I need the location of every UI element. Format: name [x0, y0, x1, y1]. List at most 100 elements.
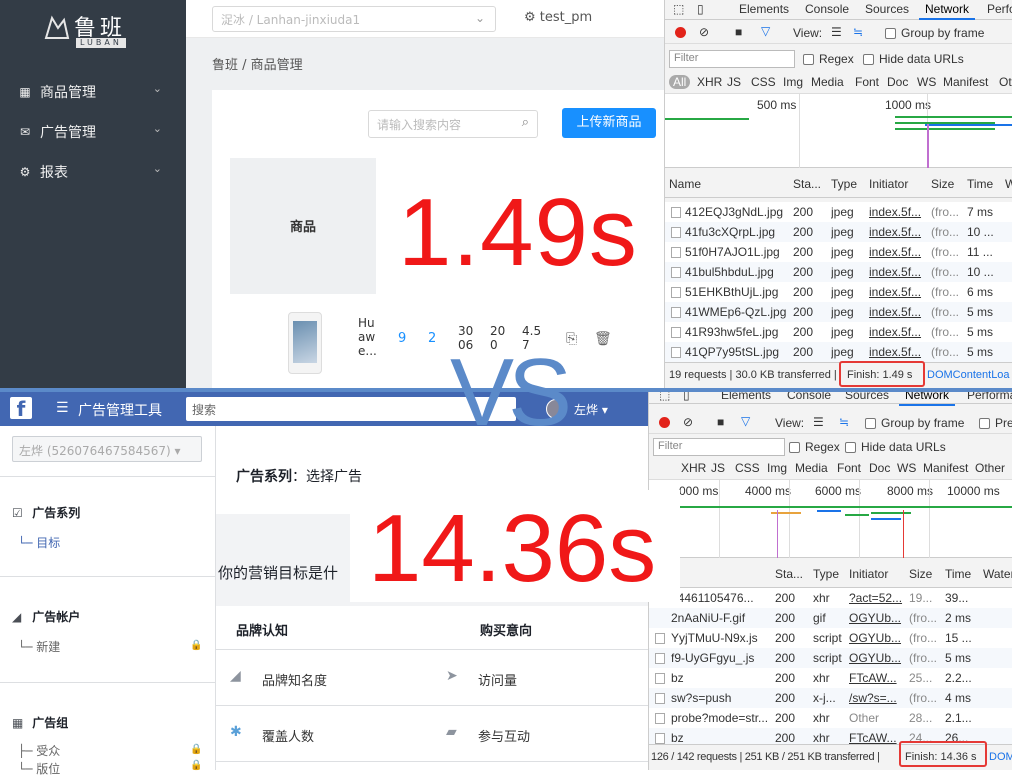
group-by-frame-checkbox[interactable]	[885, 28, 896, 39]
regex-checkbox[interactable]	[789, 442, 800, 453]
tab-console[interactable]: Console	[787, 392, 831, 402]
sidebar-item-placement[interactable]: └─ 版位	[18, 760, 60, 777]
tab-elements[interactable]: Elements	[739, 2, 789, 16]
sidebar-item-ad-account[interactable]: ◢ 广告帐户	[12, 608, 80, 625]
type-filter-manifest[interactable]: Manifest	[943, 75, 988, 89]
group-by-frame-checkbox[interactable]	[865, 418, 876, 429]
clear-icon[interactable]: ⊘	[699, 25, 709, 39]
tab-performance[interactable]: Performa	[967, 392, 1012, 402]
tab-network[interactable]: Network	[918, 2, 976, 20]
cell-2[interactable]: 2	[428, 332, 436, 346]
column-header[interactable]: Type	[831, 177, 857, 191]
type-filter-css[interactable]: CSS	[735, 461, 760, 475]
waterfall-view-icon[interactable]: ≒	[853, 25, 863, 39]
record-icon[interactable]	[659, 417, 670, 428]
type-filter-other[interactable]: Other	[975, 461, 1005, 475]
trash-icon[interactable]: 🗑	[594, 332, 612, 346]
objective-reach[interactable]: ✱ 覆盖人数	[216, 706, 432, 762]
record-icon[interactable]	[675, 27, 686, 38]
type-filter-other[interactable]: Ot	[999, 75, 1012, 89]
type-filter-ws[interactable]: WS	[917, 75, 936, 89]
waterfall-view-icon[interactable]: ≒	[839, 415, 849, 429]
table-row[interactable]: 41fu3cXQrpL.jpg 200 jpeg index.5f... (fro...…	[665, 222, 1012, 242]
column-header[interactable]: Sta...	[775, 567, 803, 581]
user-menu[interactable]: ⚙ test_pm	[524, 10, 592, 25]
filter-icon[interactable]: ▽	[761, 24, 770, 38]
upload-product-button[interactable]: 上传新商品	[562, 108, 656, 138]
search-input[interactable]: 请输入搜索内容 ⌕	[368, 110, 538, 138]
tab-performance[interactable]: Perfo	[987, 2, 1012, 16]
regex-checkbox[interactable]	[803, 54, 814, 65]
column-header[interactable]: Time	[967, 177, 993, 191]
table-row[interactable]: 51f0H7AJO1L.jpg 200 jpeg index.5f... (fro...…	[665, 242, 1012, 262]
type-filter-doc[interactable]: Doc	[887, 75, 908, 89]
column-header[interactable]: Initiator	[869, 177, 908, 191]
column-header[interactable]: Name	[669, 177, 701, 191]
table-row[interactable]: 412EQJ3gNdL.jpg 200 jpeg index.5f... (fro...…	[665, 202, 1012, 222]
list-view-icon[interactable]: ☰	[831, 25, 842, 39]
type-filter-ws[interactable]: WS	[897, 461, 916, 475]
column-header[interactable]: Size	[909, 567, 932, 581]
timeline-overview[interactable]: 500 ms 1000 ms	[665, 94, 1012, 168]
sidebar-item-products[interactable]: ▦ 商品管理 ⌄	[18, 82, 178, 102]
type-filter-media[interactable]: Media	[811, 75, 844, 89]
preserve-log-checkbox[interactable]	[979, 418, 990, 429]
filter-icon[interactable]: ▽	[741, 414, 750, 428]
table-row[interactable]: 41QP7y95tSL.jpg 200 jpeg index.5f... (fro...…	[665, 342, 1012, 362]
table-row[interactable]: sw?s=push 200 x-j.../sw?s=... (fro... 4 ms	[649, 688, 1012, 708]
inspect-icon[interactable]: ⬚	[673, 2, 684, 16]
filter-input[interactable]: Filter	[669, 50, 795, 68]
type-filter-font[interactable]: Font	[855, 75, 879, 89]
menu-icon[interactable]: ☰	[56, 400, 69, 416]
copy-icon[interactable]: ⎘	[566, 332, 577, 346]
type-filter-js[interactable]: JS	[727, 75, 741, 89]
sidebar-item-ads[interactable]: ✉ 广告管理 ⌄	[18, 122, 178, 142]
type-filter-xhr[interactable]: XHR	[697, 75, 722, 89]
hide-data-urls-checkbox[interactable]	[845, 442, 856, 453]
type-filter-xhr[interactable]: XHR	[681, 461, 706, 475]
table-row[interactable]: 41WMEp6-QzL.jpg 200 jpeg index.5f... (fro...…	[665, 302, 1012, 322]
table-row[interactable]: 51EHKBthUjL.jpg 200 jpeg index.5f... (fro...…	[665, 282, 1012, 302]
clear-icon[interactable]: ⊘	[683, 415, 693, 429]
inspect-icon[interactable]: ⬚	[659, 392, 670, 402]
table-row[interactable]: 41R93hw5feL.jpg 200 jpeg index.5f... (fro...…	[665, 322, 1012, 342]
objective-engagement[interactable]: ▰ 参与互动	[432, 706, 648, 762]
table-row[interactable]: Hu aw e... 9 2 30 06 20 0 4.5 7 ⎘ 🗑	[230, 306, 664, 390]
type-filter-css[interactable]: CSS	[751, 75, 776, 89]
sidebar-item-campaign[interactable]: ☑ 广告系列	[12, 504, 80, 521]
tab-sources[interactable]: Sources	[845, 392, 889, 402]
column-header[interactable]: Time	[945, 567, 971, 581]
hide-data-urls-checkbox[interactable]	[863, 54, 874, 65]
objective-brand-awareness[interactable]: ◢ 品牌知名度	[216, 650, 432, 706]
shop-select[interactable]: 浞冰 / Lanhan-jinxiuda1 ⌄	[212, 6, 496, 32]
table-row[interactable]: YyjTMuU-N9x.js 200 script OGYUb... (fro... 15…	[649, 628, 1012, 648]
device-icon[interactable]: ▯	[697, 2, 704, 16]
objective-traffic[interactable]: ➤ 访问量	[432, 650, 648, 706]
camera-icon[interactable]: ■	[717, 415, 724, 429]
type-filter-media[interactable]: Media	[795, 461, 828, 475]
tab-sources[interactable]: Sources	[865, 2, 909, 16]
sidebar-item-reports[interactable]: ⚙ 报表 ⌄	[18, 162, 178, 182]
type-filter-doc[interactable]: Doc	[869, 461, 890, 475]
type-filter-font[interactable]: Font	[837, 461, 861, 475]
type-filter-all[interactable]: All	[669, 75, 691, 89]
tab-network[interactable]: Network	[898, 392, 956, 406]
ad-account-select[interactable]: 左烨 (526076467584567) ▾	[12, 436, 202, 462]
type-filter-img[interactable]: Img	[767, 461, 787, 475]
type-filter-img[interactable]: Img	[783, 75, 803, 89]
sidebar-item-adset[interactable]: ▦ 广告组	[12, 714, 68, 731]
facebook-logo-icon[interactable]: f	[10, 397, 32, 421]
tab-elements[interactable]: Elements	[721, 392, 771, 402]
column-header[interactable]: Type	[813, 567, 839, 581]
tab-console[interactable]: Console	[805, 2, 849, 16]
table-row[interactable]: f9-UyGFgyu_.js 200 script OGYUb... (fro... 5 …	[649, 648, 1012, 668]
column-header[interactable]: Sta...	[793, 177, 821, 191]
column-header[interactable]: Initiator	[849, 567, 888, 581]
filter-input[interactable]: Filter	[653, 438, 785, 456]
type-filter-manifest[interactable]: Manifest	[923, 461, 968, 475]
app-title[interactable]: 广告管理工具	[78, 400, 162, 420]
table-row[interactable]: 64461105476... 200 xhr ?act=52... 19... 39...	[649, 588, 1012, 608]
table-row[interactable]: 2nAaNiU-F.gif 200 gif OGYUb... (fro... 2 ms	[649, 608, 1012, 628]
table-row[interactable]: 41bul5hbduL.jpg 200 jpeg index.5f... (fro...…	[665, 262, 1012, 282]
type-filter-js[interactable]: JS	[711, 461, 725, 475]
